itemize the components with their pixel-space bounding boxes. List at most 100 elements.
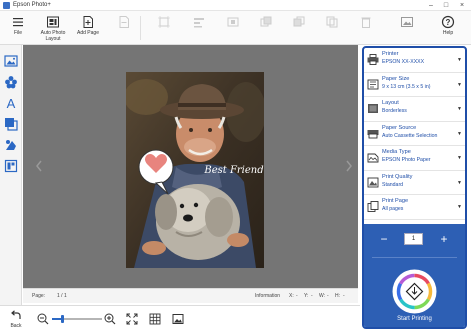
page-label: Page: bbox=[32, 293, 46, 299]
information-label: Information bbox=[255, 293, 281, 299]
setting-value: EPSON Photo Paper bbox=[382, 157, 431, 163]
status-bar: Page: 1 / 1 Information X: - Y: - W: - H… bbox=[23, 288, 358, 303]
stamp-icon[interactable] bbox=[3, 74, 19, 90]
hamburger-menu-icon bbox=[13, 18, 23, 27]
printer-icon bbox=[367, 54, 379, 65]
previous-page-arrow-icon[interactable] bbox=[35, 160, 43, 172]
auto-layout-icon bbox=[47, 16, 59, 28]
setting-name: Print Quality bbox=[382, 173, 413, 180]
bring-front-button[interactable] bbox=[248, 14, 284, 42]
layout-tool-icon[interactable] bbox=[3, 158, 19, 174]
photo-page[interactable]: Best Friend bbox=[126, 72, 264, 268]
trash-button[interactable] bbox=[348, 14, 384, 42]
page-value: 1 / 1 bbox=[57, 293, 67, 299]
grid-icon[interactable] bbox=[149, 313, 161, 325]
chevron-down-icon: ▼ bbox=[457, 204, 462, 210]
copy-icon bbox=[326, 16, 338, 28]
decrease-copies-button[interactable]: − bbox=[378, 233, 390, 245]
setting-layout[interactable]: Layout Borderless ▼ bbox=[364, 97, 465, 122]
bottom-bar: Back bbox=[0, 305, 360, 332]
file-label: File bbox=[13, 30, 23, 36]
arrange-icon bbox=[158, 16, 170, 28]
setting-paper-size[interactable]: Paper Size 9 x 13 cm (3.5 x 5 in) ▼ bbox=[364, 73, 465, 97]
divider bbox=[372, 257, 457, 258]
title-bar: Epson Photo+ – □ × bbox=[0, 0, 471, 11]
zoom-slider[interactable] bbox=[52, 315, 102, 323]
copy-button[interactable] bbox=[314, 14, 350, 42]
delete-page-icon bbox=[119, 16, 129, 28]
x-value: - bbox=[296, 293, 298, 299]
back-button[interactable]: Back bbox=[6, 308, 26, 332]
setting-print-quality[interactable]: Print Quality Standard ▼ bbox=[364, 171, 465, 195]
paper-source-icon bbox=[367, 129, 379, 138]
y-label: Y: bbox=[304, 293, 309, 299]
add-page-label: Add Page bbox=[77, 30, 99, 36]
start-printing-button[interactable] bbox=[392, 269, 437, 314]
w-label: W: bbox=[319, 293, 326, 299]
help-button[interactable]: ? Help bbox=[430, 14, 466, 42]
x-label: X: bbox=[289, 293, 294, 299]
svg-text:A: A bbox=[7, 96, 16, 111]
y-value: - bbox=[311, 293, 313, 299]
left-tool-bar: A bbox=[0, 45, 22, 305]
next-page-arrow-icon[interactable] bbox=[345, 160, 353, 172]
photo-icon[interactable] bbox=[3, 53, 19, 69]
file-menu-button[interactable]: File bbox=[0, 14, 36, 42]
editing-canvas: Best Friend bbox=[23, 45, 358, 288]
setting-value: EPSON XX-XXXX bbox=[382, 59, 425, 65]
preview-image-icon[interactable] bbox=[172, 313, 184, 325]
back-label: Back bbox=[10, 323, 22, 329]
align-icon bbox=[194, 18, 204, 28]
setting-media-type[interactable]: Media Type EPSON Photo Paper ▼ bbox=[364, 146, 465, 171]
chevron-down-icon: ▼ bbox=[457, 179, 462, 186]
close-button[interactable]: × bbox=[455, 1, 469, 10]
arrange-button[interactable] bbox=[146, 14, 182, 42]
setting-name: Paper Source bbox=[382, 124, 417, 131]
fit-to-window-icon[interactable] bbox=[126, 313, 138, 325]
photo-caption: Best Friend bbox=[203, 165, 263, 176]
setting-printer[interactable]: Printer EPSON XX-XXXX ▼ bbox=[364, 48, 465, 73]
chevron-down-icon: ▼ bbox=[457, 106, 462, 112]
chevron-down-icon: ▼ bbox=[457, 81, 462, 88]
window-title: Epson Photo+ bbox=[13, 2, 51, 8]
setting-value: 9 x 13 cm (3.5 x 5 in) bbox=[382, 83, 431, 90]
help-label: Help bbox=[442, 30, 454, 36]
bring-front-icon bbox=[260, 16, 272, 27]
image-button[interactable] bbox=[389, 14, 425, 42]
setting-value: All pages bbox=[382, 206, 404, 212]
send-back-button[interactable] bbox=[281, 14, 317, 42]
media-type-icon bbox=[367, 153, 379, 163]
maximize-button[interactable]: □ bbox=[439, 1, 453, 10]
auto-photo-layout-button[interactable]: Auto Photo Layout bbox=[34, 14, 72, 42]
align-button[interactable] bbox=[181, 14, 217, 42]
h-label: H: bbox=[335, 293, 340, 299]
setting-paper-source[interactable]: Paper Source Auto Cassette Selection ▼ bbox=[364, 122, 465, 146]
setting-value: Standard bbox=[382, 181, 404, 188]
add-page-button[interactable]: Add Page bbox=[70, 14, 106, 42]
setting-name: Media Type bbox=[382, 149, 411, 155]
delete-page-button[interactable] bbox=[106, 14, 142, 42]
h-value: - bbox=[343, 293, 345, 299]
toolbar: File Auto Photo Layout Add Page ? Help bbox=[0, 11, 471, 45]
setting-value: Borderless bbox=[382, 108, 407, 114]
zoom-slider-thumb[interactable] bbox=[61, 315, 64, 323]
frame-icon[interactable] bbox=[3, 116, 19, 132]
chevron-down-icon: ▼ bbox=[457, 130, 462, 137]
zoom-out-icon[interactable] bbox=[37, 313, 49, 325]
rotate-button[interactable] bbox=[215, 14, 251, 42]
zoom-in-icon[interactable] bbox=[104, 313, 116, 325]
layout-icon bbox=[368, 104, 378, 113]
background-icon[interactable] bbox=[3, 137, 19, 153]
increase-copies-button[interactable]: + bbox=[438, 233, 450, 245]
copies-input[interactable]: 1 bbox=[404, 233, 423, 245]
setting-name: Paper Size bbox=[382, 75, 410, 82]
start-printing-label: Start Printing bbox=[397, 316, 432, 322]
add-page-icon bbox=[83, 16, 93, 28]
setting-name: Printer bbox=[382, 51, 399, 57]
minimize-button[interactable]: – bbox=[424, 1, 438, 10]
image-icon bbox=[401, 17, 413, 27]
chevron-down-icon: ▼ bbox=[457, 57, 462, 63]
setting-print-page[interactable]: Print Page All pages ▼ bbox=[364, 195, 465, 220]
text-icon[interactable]: A bbox=[3, 95, 19, 111]
setting-value: Auto Cassette Selection bbox=[382, 132, 438, 139]
